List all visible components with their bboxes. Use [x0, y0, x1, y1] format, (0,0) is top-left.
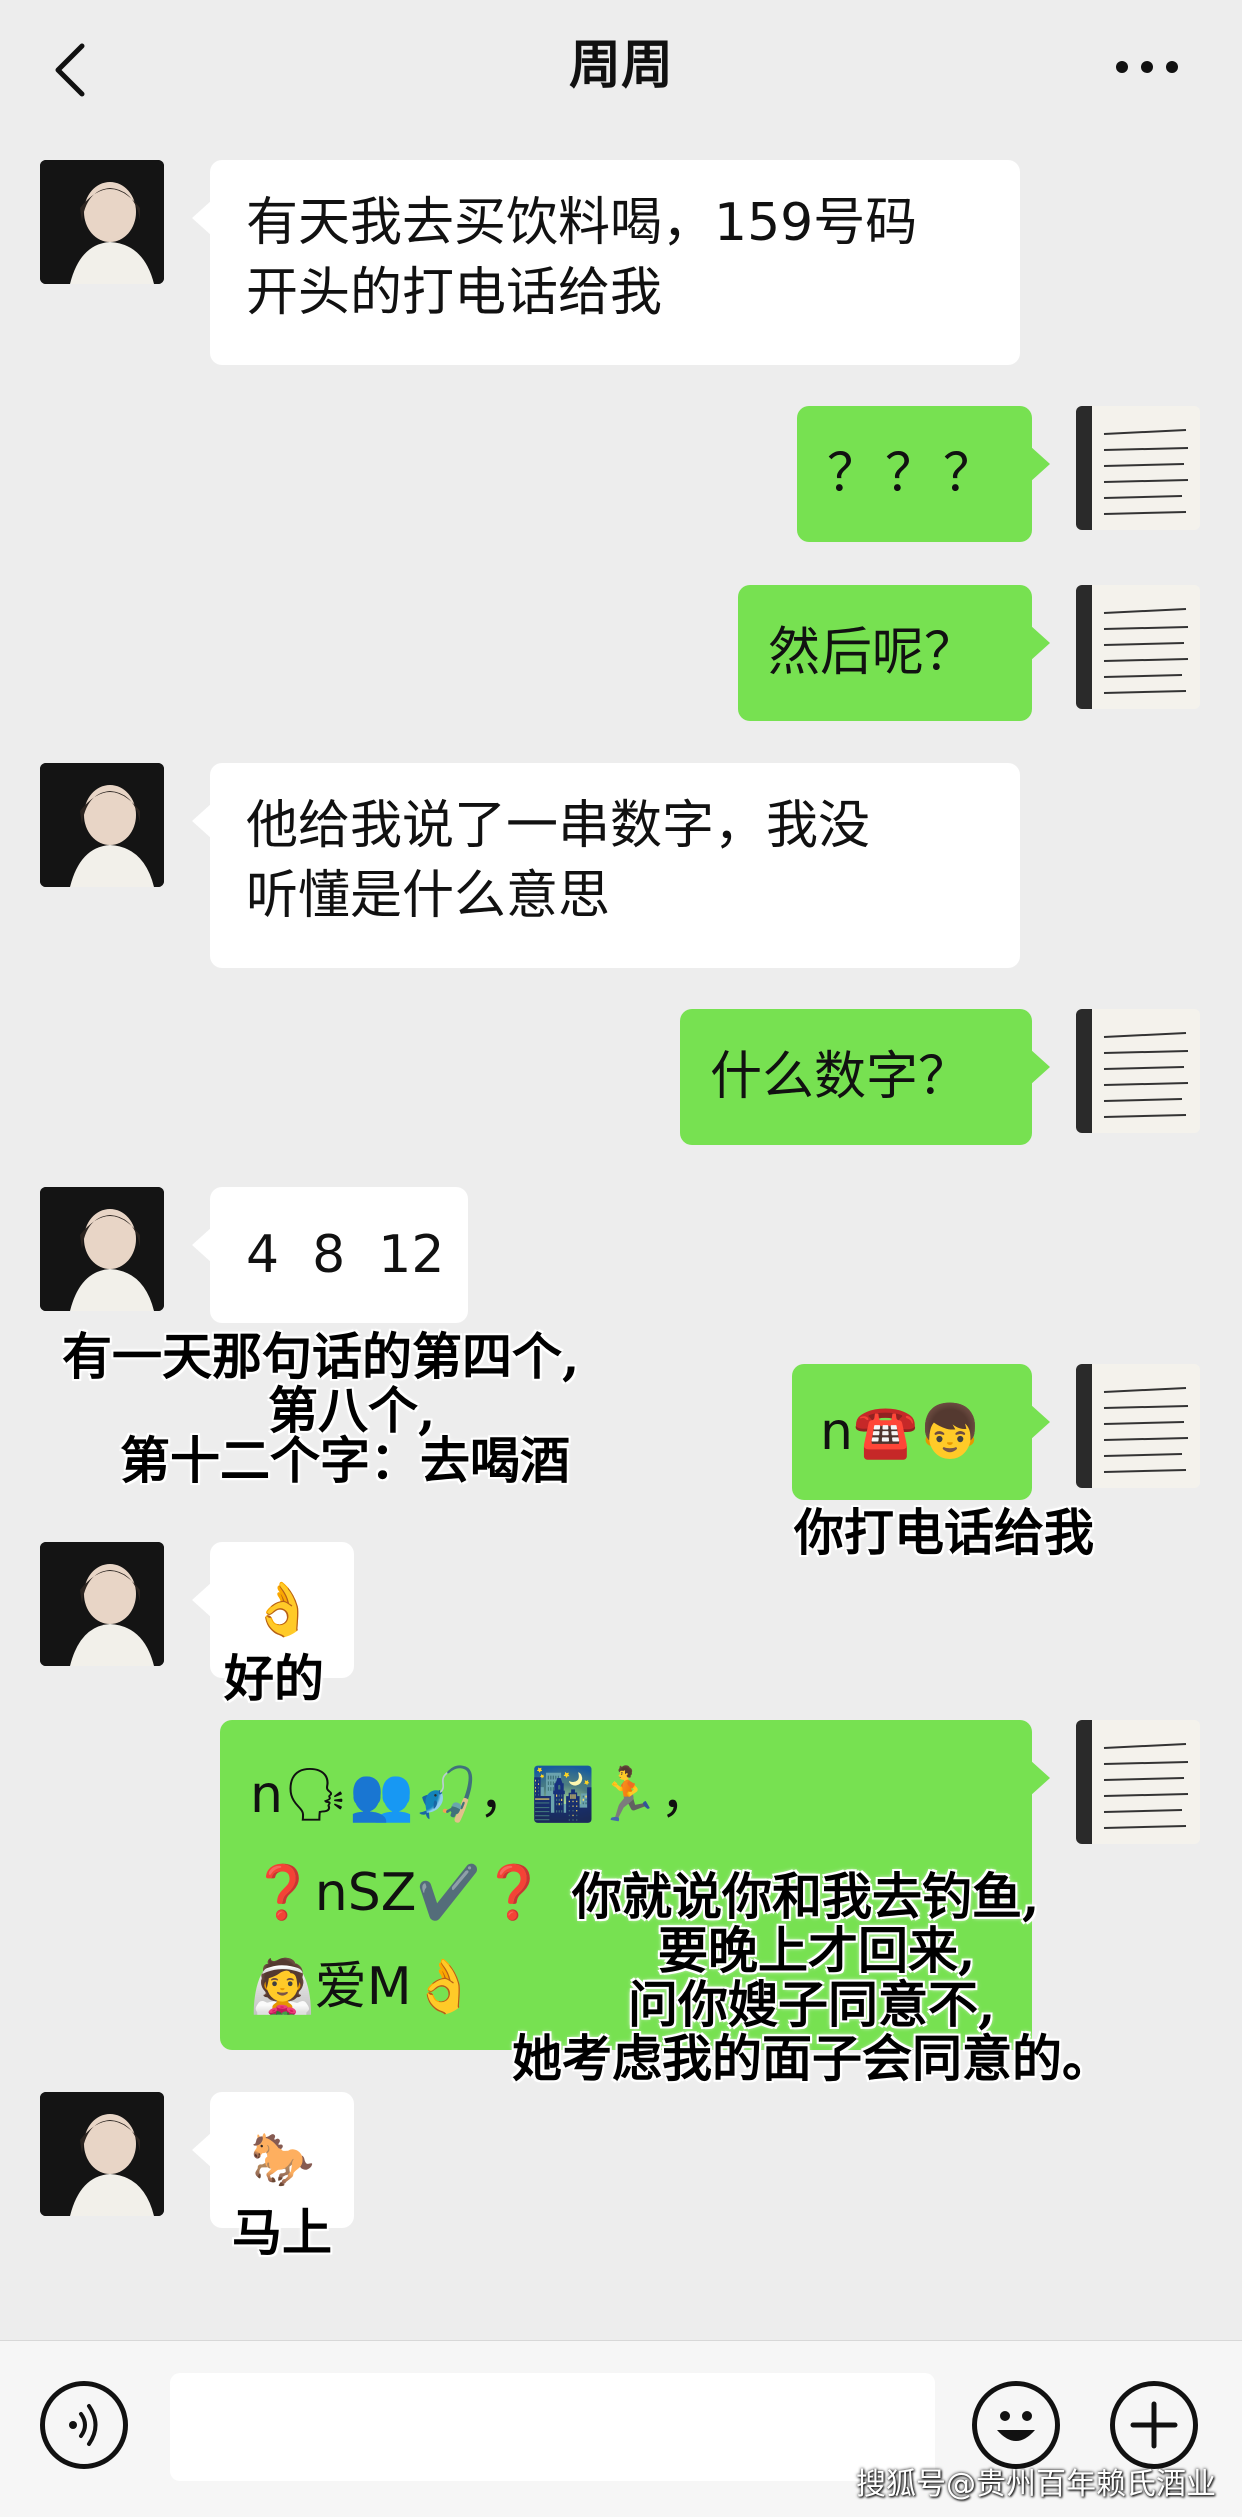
message-bubble[interactable]: 有天我去买饮料喝，159号码 开头的打电话给我: [192, 160, 1020, 365]
emoji-face-icon[interactable]: [972, 2381, 1060, 2469]
message-bubble[interactable]: n☎️👦: [792, 1364, 1050, 1500]
message-bubble[interactable]: 然后呢？: [738, 585, 1050, 721]
contact-avatar[interactable]: [40, 160, 164, 284]
voice-icon[interactable]: [40, 2381, 128, 2469]
chat-header: 周周: [0, 0, 1242, 135]
caption-text: 第八个,: [268, 1381, 436, 1440]
message-text: 👌: [250, 1580, 315, 1640]
chat-title: 周周: [568, 36, 673, 96]
message-text: n☎️👦: [820, 1402, 983, 1462]
contact-avatar[interactable]: [40, 763, 164, 887]
my-avatar[interactable]: [1076, 406, 1200, 530]
caption-text: 马上: [232, 2203, 332, 2262]
message-text: n🗣👥🎣，🌃🏃，: [250, 1765, 712, 1825]
caption-text: 你就说你和我去钓鱼,: [572, 1867, 1040, 1926]
message-text: 4 8 12: [246, 1225, 445, 1285]
my-avatar[interactable]: [1076, 585, 1200, 709]
message-text: 然后呢？: [768, 623, 977, 683]
message-text: 👰爱M👌: [250, 1957, 477, 2017]
my-avatar[interactable]: [1076, 1009, 1200, 1133]
message-text: 开头的打电话给我: [246, 263, 663, 323]
input-bar: 搜狐号@贵州百年赖氏酒业: [0, 2340, 1242, 2517]
caption-text: 有一天那句话的第四个,: [62, 1327, 580, 1386]
message-text: 听懂是什么意思: [246, 866, 611, 926]
caption-text: 你打电话给我: [794, 1503, 1094, 1562]
message-text: 🐎: [250, 2130, 315, 2190]
message-text: ❓nSZ✔️❓: [250, 1863, 546, 1923]
message-bubble[interactable]: ？？？: [797, 406, 1050, 542]
caption-text: 好的: [224, 1649, 324, 1708]
watermark: 搜狐号@贵州百年赖氏酒业: [856, 2467, 1216, 2502]
contact-avatar[interactable]: [40, 1542, 164, 1666]
caption-text: 要晚上才回来,: [658, 1921, 976, 1980]
message-input[interactable]: [170, 2373, 935, 2481]
message-text: 有天我去买饮料喝，159号码: [246, 193, 918, 253]
message-bubble[interactable]: 什么数字？: [680, 1009, 1050, 1145]
message-text: 他给我说了一串数字，我没: [246, 796, 871, 856]
my-avatar[interactable]: [1076, 1364, 1200, 1488]
message-bubble[interactable]: 4 8 12: [192, 1187, 468, 1323]
more-dots-icon[interactable]: [1112, 52, 1182, 82]
my-avatar[interactable]: [1076, 1720, 1200, 1844]
caption-text: 她考虑我的面子会同意的。: [512, 2029, 1112, 2088]
message-text: ？？？: [827, 444, 1002, 504]
contact-avatar[interactable]: [40, 1187, 164, 1311]
message-text: 什么数字？: [710, 1047, 971, 1107]
message-bubble[interactable]: 他给我说了一串数字，我没 听懂是什么意思: [192, 763, 1020, 968]
caption-text: 第十二个字：去喝酒: [120, 1431, 570, 1490]
caption-text: 问你嫂子同意不,: [628, 1975, 996, 2034]
plus-icon[interactable]: [1110, 2381, 1198, 2469]
contact-avatar[interactable]: [40, 2092, 164, 2216]
